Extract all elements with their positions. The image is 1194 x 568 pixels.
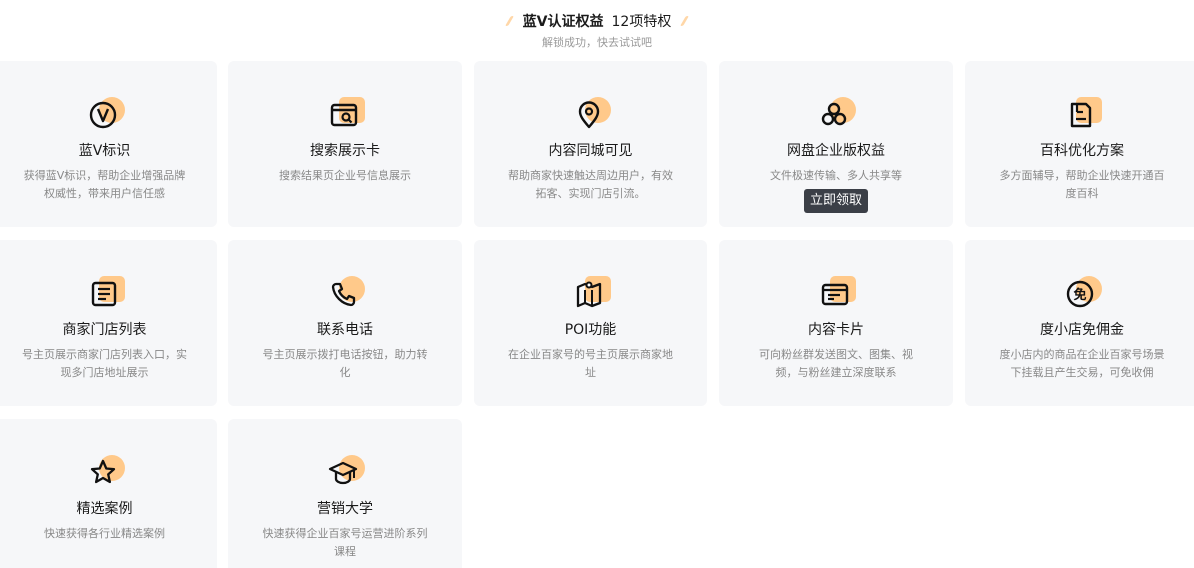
commission-free-icon: 免 [1066,280,1094,308]
benefit-card-search-card[interactable]: 搜索展示卡 搜索结果页企业号信息展示 [228,61,462,227]
benefits-header: 蓝V认证权益 12项特权 解锁成功，快去试试吧 [0,10,1194,50]
benefit-card-cloud-disk[interactable]: 网盘企业版权益 文件极速传输、多人共享等 立即领取 [719,61,953,227]
benefit-card-local-visibility[interactable]: 内容同城可见 帮助商家快速触达周边用户，有效拓客、实现门店引流。 [474,61,707,227]
card-description: 度小店内的商品在企业百家号场景下挂载且产生交易，可免收佣 [999,348,1165,379]
card-description: 号主页展示拨打电话按钮，助力转化 [262,348,428,379]
encyclopedia-icon [1070,102,1092,128]
star-icon [90,459,115,484]
benefit-card-content-card[interactable]: 内容卡片 可向粉丝群发送图文、图集、视频，与粉丝建立深度联系 [719,240,953,406]
benefit-count: 12项特权 [611,14,672,30]
svg-text:免: 免 [1073,287,1086,303]
card-title: POI功能 [564,322,617,338]
blue-v-badge-icon [89,101,116,129]
card-title: 网盘企业版权益 [787,143,885,159]
card-title: 百科优化方案 [1040,143,1124,159]
card-description: 快速获得企业百家号运营进阶系列课程 [262,527,428,558]
benefit-card-poi[interactable]: POI功能 在企业百家号的号主页展示商家地址 [474,240,707,406]
card-title: 内容同城可见 [548,143,633,159]
card-title: 营销大学 [317,501,373,517]
card-description: 文件极速传输、多人共享等 [770,169,902,182]
benefit-card-marketing-university[interactable]: 营销大学 快速获得企业百家号运营进阶系列课程 [228,419,462,568]
benefit-card-phone[interactable]: 联系电话 号主页展示拨打电话按钮，助力转化 [228,240,462,406]
card-description: 快速获得各行业精选案例 [44,527,165,540]
benefit-card-encyclopedia[interactable]: 百科优化方案 多方面辅导，帮助企业快速开通百度百科 [965,61,1194,227]
cloud-disk-icon [821,102,847,126]
card-description: 可向粉丝群发送图文、图集、视频，与粉丝建立深度联系 [759,348,913,379]
card-title: 内容卡片 [808,322,864,338]
benefit-card-commission-free[interactable]: 免 度小店免佣金 度小店内的商品在企业百家号场景下挂载且产生交易，可免收佣 [965,240,1194,406]
card-description: 多方面辅导，帮助企业快速开通百度百科 [999,169,1165,200]
card-title: 商家门店列表 [62,322,147,338]
card-description: 号主页展示商家门店列表入口，实现多门店地址展示 [22,348,187,379]
card-title: 搜索展示卡 [310,143,380,159]
benefit-card-store-list[interactable]: 商家门店列表 号主页展示商家门店列表入口，实现多门店地址展示 [0,240,217,406]
card-title: 度小店免佣金 [1040,322,1124,338]
store-list-icon [91,281,116,307]
search-card-icon [330,103,358,127]
claim-now-button[interactable]: 立即领取 [803,189,868,213]
card-description: 获得蓝V标识，帮助企业增强品牌权威性，带来用户信任感 [23,169,186,200]
location-pin-icon [578,101,599,129]
card-title: 精选案例 [76,501,133,517]
page-title: 蓝V认证权益 [522,14,604,30]
poi-map-icon [576,281,601,308]
card-description: 帮助商家快速触达周边用户，有效拓客、实现门店引流。 [508,169,673,200]
card-description: 在企业百家号的号主页展示商家地址 [508,348,673,379]
page-subtitle: 解锁成功，快去试试吧 [542,36,652,49]
card-title: 蓝V标识 [78,143,131,159]
content-card-icon [821,283,849,306]
decoration-slash [680,16,690,26]
decoration-slash [504,16,514,26]
title-row: 蓝V认证权益 12项特权 [0,10,1194,32]
phone-icon [331,282,356,307]
benefit-card-showcase[interactable]: 精选案例 快速获得各行业精选案例 [0,419,217,568]
benefit-card-blue-v[interactable]: 蓝V标识 获得蓝V标识，帮助企业增强品牌权威性，带来用户信任感 [0,61,217,227]
card-description: 搜索结果页企业号信息展示 [279,169,411,182]
graduation-cap-icon [328,461,358,485]
card-title: 联系电话 [317,322,373,338]
